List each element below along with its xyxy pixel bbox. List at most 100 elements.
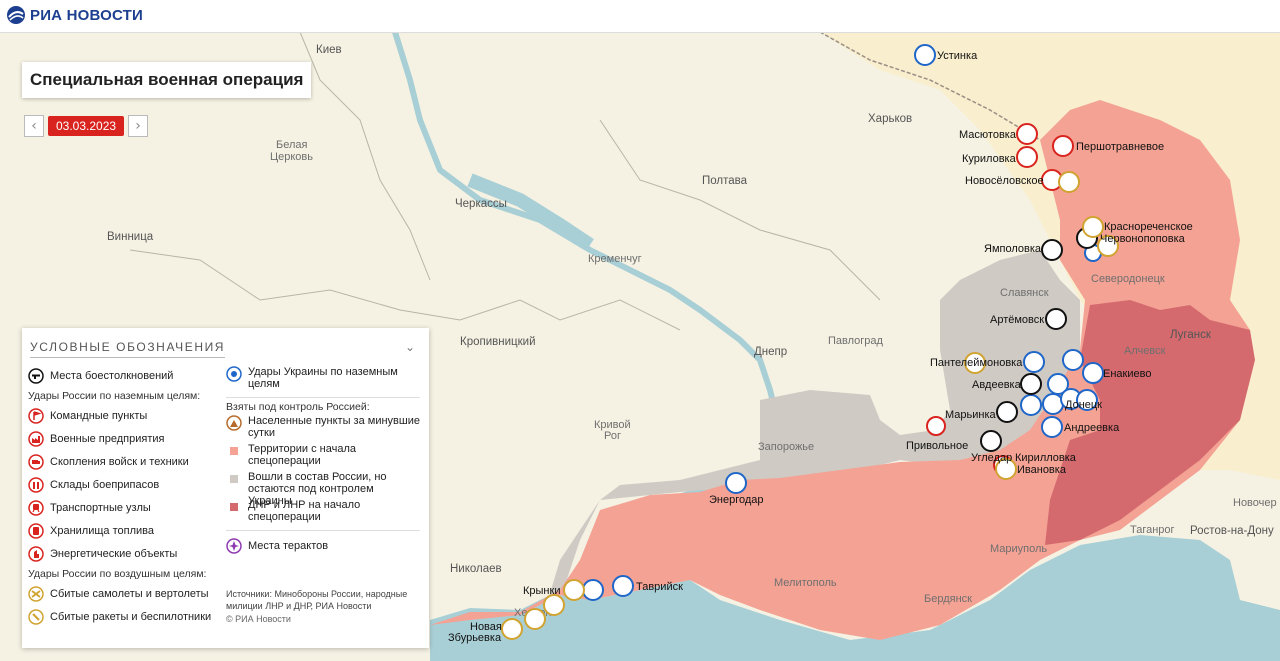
date-navigation: ‹ 03.03.2023 › [24, 115, 149, 137]
fuel-icon [28, 522, 44, 539]
place-kurilovka: Куриловка [962, 153, 1017, 165]
battle-marker-ugledar[interactable] [980, 430, 1002, 452]
city-cherkassy: Черкассы [455, 198, 507, 210]
place-zburyevka: Збурьевка [448, 632, 502, 644]
place-artemovsk: Артёмовск [990, 314, 1044, 326]
page-title: Специальная военная операция [30, 70, 304, 89]
place-novoselovskoe: Новосёловское [965, 175, 1044, 187]
legend-panel: УСЛОВНЫЕ ОБОЗНАЧЕНИЯ ⌄ Места боестолкнов… [22, 328, 429, 648]
battle-marker-marinka[interactable] [996, 401, 1018, 423]
city-kropivnitsky: Кропивницкий [460, 336, 536, 348]
chevron-left-icon: ‹ [31, 118, 37, 134]
city-kiev: Киев [316, 44, 342, 56]
air-marker-kherson-b[interactable] [524, 608, 546, 630]
dnr-lnr-swatch [230, 503, 238, 511]
legend-group-control: Взяты под контроль Россией: [226, 401, 370, 413]
troops-marker-privolnoe[interactable] [926, 416, 946, 436]
air-marker-krynki[interactable] [563, 579, 585, 601]
ukr-strike-icon [226, 366, 242, 382]
legend-divider [226, 530, 420, 531]
legend-item-ammo: Склады боеприпасов [28, 473, 218, 496]
place-panteleimonovka: Пантелеймоновка [930, 357, 1023, 369]
legend-divider [226, 397, 420, 398]
city-severodonetsk: Северодонецк [1091, 273, 1165, 285]
ria-logo[interactable]: РИА НОВОСТИ [6, 5, 143, 25]
place-pershotravnevoe: Першотравневое [1076, 141, 1164, 153]
legend-item-command: Командные пункты [28, 404, 218, 427]
ukr-strike-marker-tavriysk[interactable] [612, 575, 634, 597]
air-marker-kherson-a[interactable] [543, 594, 565, 616]
battle-marker-artemovsk[interactable] [1045, 308, 1067, 330]
legend-group-ground: Удары России по наземным целям: [28, 390, 201, 402]
place-chervonopopovka: Червонопоповка [1100, 233, 1186, 245]
troops-icon [28, 453, 44, 470]
current-date: 03.03.2023 [48, 116, 125, 136]
place-andreevka: Андреевка [1064, 422, 1120, 434]
troops-marker-pershotravnevoe[interactable] [1052, 135, 1074, 157]
city-berdyansk: Бердянск [924, 593, 972, 605]
battle-marker-avdeevka[interactable] [1020, 373, 1042, 395]
troops-marker-kurilovka[interactable] [1016, 146, 1038, 168]
city-vinnitsa: Винница [107, 231, 154, 243]
troops-marker-masyutovka[interactable] [1016, 123, 1038, 145]
ukr-strike-marker-panteleimonovka[interactable] [1023, 351, 1045, 373]
ukr-strike-marker-donetsk-a[interactable] [1042, 393, 1064, 415]
place-ustinka: Устинка [937, 50, 978, 62]
terror-icon [226, 537, 242, 554]
city-belaya-tserkov-2: Церковь [270, 151, 313, 163]
legend-left-column: Места боестолкновений Удары России по на… [28, 364, 218, 628]
city-melitopol: Мелитополь [774, 577, 837, 589]
city-alchevsk: Алчевск [1124, 345, 1166, 357]
map-title-box: Специальная военная операция [22, 62, 312, 98]
city-kremenchug: Кременчуг [588, 253, 642, 265]
next-date-button[interactable]: › [128, 115, 149, 137]
place-yampolovka: Ямполовка [984, 243, 1042, 255]
settlement-icon [226, 415, 242, 431]
missile-icon [28, 608, 44, 625]
ukr-strike-marker-enakievo[interactable] [1082, 362, 1104, 384]
legend-sources: Источники: Минобороны России, народные м… [226, 589, 408, 611]
air-marker-novaya[interactable] [501, 618, 523, 640]
joined-swatch [230, 475, 238, 483]
chevron-right-icon: › [135, 118, 141, 134]
battle-icon [28, 367, 44, 384]
city-novocherkassk: Новочер [1233, 497, 1277, 509]
ukr-strike-marker-marinka[interactable] [1020, 394, 1042, 416]
legend-collapse-button[interactable]: ⌄ [405, 340, 415, 354]
energy-icon [28, 545, 44, 562]
place-masyutovka: Масютовка [959, 129, 1017, 141]
ukr-strike-marker-andreevka[interactable] [1041, 416, 1063, 438]
city-taganrog: Таганрог [1130, 524, 1175, 536]
train-icon [28, 499, 44, 516]
legend-item-military: Военные предприятия [28, 427, 218, 450]
ukr-strike-marker-ustinka[interactable] [914, 44, 936, 66]
legend-heading: УСЛОВНЫЕ ОБОЗНАЧЕНИЯ [30, 340, 226, 358]
legend-item-terror: Места терактов [226, 534, 420, 557]
place-donetsk: Донецк [1065, 399, 1102, 411]
ukr-strike-marker-energodar[interactable] [725, 472, 747, 494]
top-bar: РИА НОВОСТИ [0, 0, 1280, 33]
legend-item-battles: Места боестолкновений [28, 364, 218, 387]
city-zaporozhye: Запорожье [758, 441, 814, 453]
factory-icon [28, 430, 44, 447]
legend-copyright: © РИА Новости [226, 614, 291, 624]
ukr-strike-marker-krynki[interactable] [582, 579, 604, 601]
place-privolnoe: Привольное [906, 440, 968, 452]
city-lugansk: Луганск [1170, 329, 1212, 341]
air-marker-novoselovskoe[interactable] [1058, 171, 1080, 193]
legend-item-fuel: Хранилища топлива [28, 519, 218, 542]
battle-marker-yampolovka[interactable] [1041, 239, 1063, 261]
prev-date-button[interactable]: ‹ [24, 115, 44, 137]
plane-icon [28, 585, 44, 602]
legend-item-planes: Сбитые самолеты и вертолеты [28, 582, 218, 605]
city-belaya-tserkov: Белая [276, 139, 308, 151]
legend-group-air: Удары России по воздушным целям: [28, 568, 207, 580]
place-tavriysk: Таврийск [636, 581, 683, 593]
place-avdeevka: Авдеевка [972, 379, 1022, 391]
city-mariupol: Мариуполь [990, 543, 1047, 555]
legend-right-column: Удары Украины по наземным целям Взяты под… [226, 366, 420, 557]
legend-item-missiles: Сбитые ракеты и беспилотники [28, 605, 218, 628]
ammo-icon [28, 476, 44, 493]
ukr-strike-marker-enakievo-a[interactable] [1062, 349, 1084, 371]
place-krasnorechenskoe: Краснореченское [1104, 221, 1193, 233]
